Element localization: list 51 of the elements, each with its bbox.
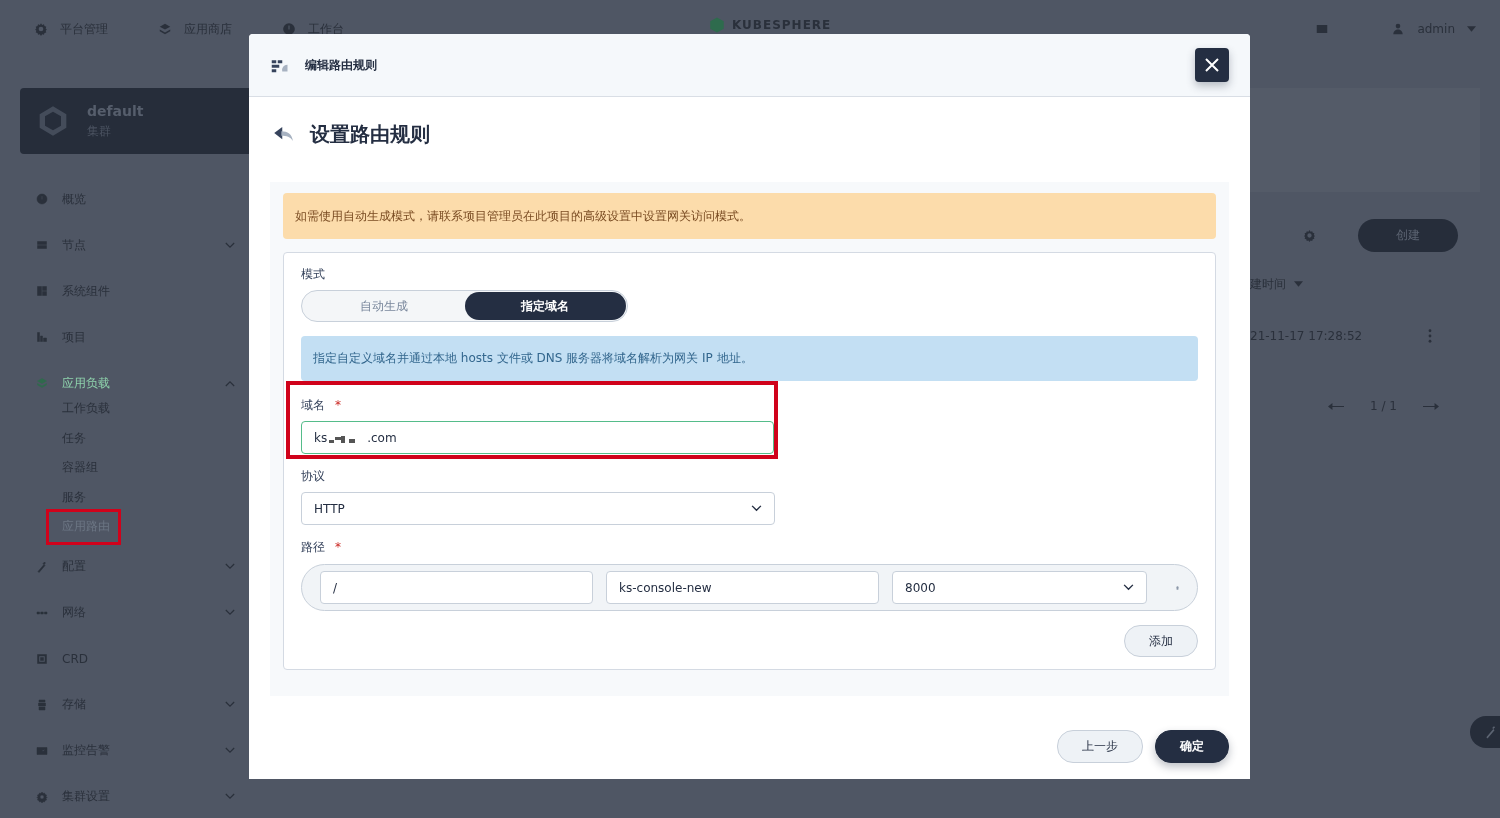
protocol-select[interactable]: HTTP <box>301 492 775 525</box>
arrow-right-icon[interactable] <box>1422 401 1439 411</box>
menu-icon <box>36 331 48 343</box>
menu-icon <box>36 652 48 665</box>
dialog-title: 编辑路由规则 <box>305 56 377 74</box>
menu-icon <box>36 790 48 803</box>
close-button[interactable] <box>1195 48 1229 82</box>
menu-icon <box>36 193 48 205</box>
field-label: 域名 <box>301 397 325 414</box>
mode-option[interactable]: 指定域名 <box>464 292 626 320</box>
caret-icon[interactable] <box>1467 26 1476 32</box>
back-icon[interactable] <box>274 126 294 142</box>
wand-icon[interactable] <box>1484 725 1498 739</box>
cube-icon <box>37 105 69 137</box>
required-mark: * <box>335 398 341 412</box>
arrow-left-icon[interactable] <box>1328 401 1344 411</box>
step-heading: 设置路由规则 <box>310 120 430 148</box>
sidebar-item[interactable]: 应用负载 <box>62 374 110 392</box>
field-label: 协议 <box>301 468 326 485</box>
menu-icon <box>36 377 48 389</box>
close-icon[interactable] <box>1205 58 1219 72</box>
field-value: .com <box>367 430 397 445</box>
settings-icon[interactable] <box>1303 229 1316 242</box>
more-icon[interactable] <box>1428 329 1433 343</box>
field-label: 路径 <box>301 539 325 556</box>
domain-field[interactable]: ks .com <box>301 421 774 454</box>
chevron-icon[interactable] <box>1123 584 1134 591</box>
port-select[interactable]: 8000 <box>892 571 1147 604</box>
field-label: 模式 <box>301 266 326 283</box>
confirm-button[interactable]: 确定 <box>1155 730 1229 763</box>
route-icon <box>271 57 289 73</box>
nav-icon <box>282 22 296 36</box>
back-button[interactable]: 上一步 <box>1057 730 1143 763</box>
book-icon[interactable] <box>1315 22 1330 36</box>
required-mark: * <box>335 540 341 554</box>
menu-icon <box>36 560 48 573</box>
menu-icon <box>36 239 48 251</box>
nav-icon <box>34 22 48 36</box>
caret-icon[interactable] <box>1294 281 1303 287</box>
nav-icon <box>158 22 172 36</box>
mode-option[interactable]: 自动生成 <box>303 292 465 320</box>
menu-icon <box>36 285 48 297</box>
info-banner: 指定自定义域名并通过本地 hosts 文件或 DNS 服务器将域名解析为网关 IP 地址。 <box>301 336 1198 381</box>
add-button[interactable]: 添加 <box>1124 625 1198 657</box>
service-field[interactable]: ks-console-new <box>606 571 879 604</box>
field-value: ks <box>314 430 328 445</box>
menu-icon <box>36 744 48 757</box>
warning-banner: 如需使用自动生成模式，请联系项目管理员在此项目的高级设置中设置网关访问模式。 <box>283 193 1216 239</box>
path-field[interactable]: / <box>320 571 593 604</box>
menu-icon <box>36 698 48 711</box>
chevron-icon[interactable] <box>751 505 762 512</box>
